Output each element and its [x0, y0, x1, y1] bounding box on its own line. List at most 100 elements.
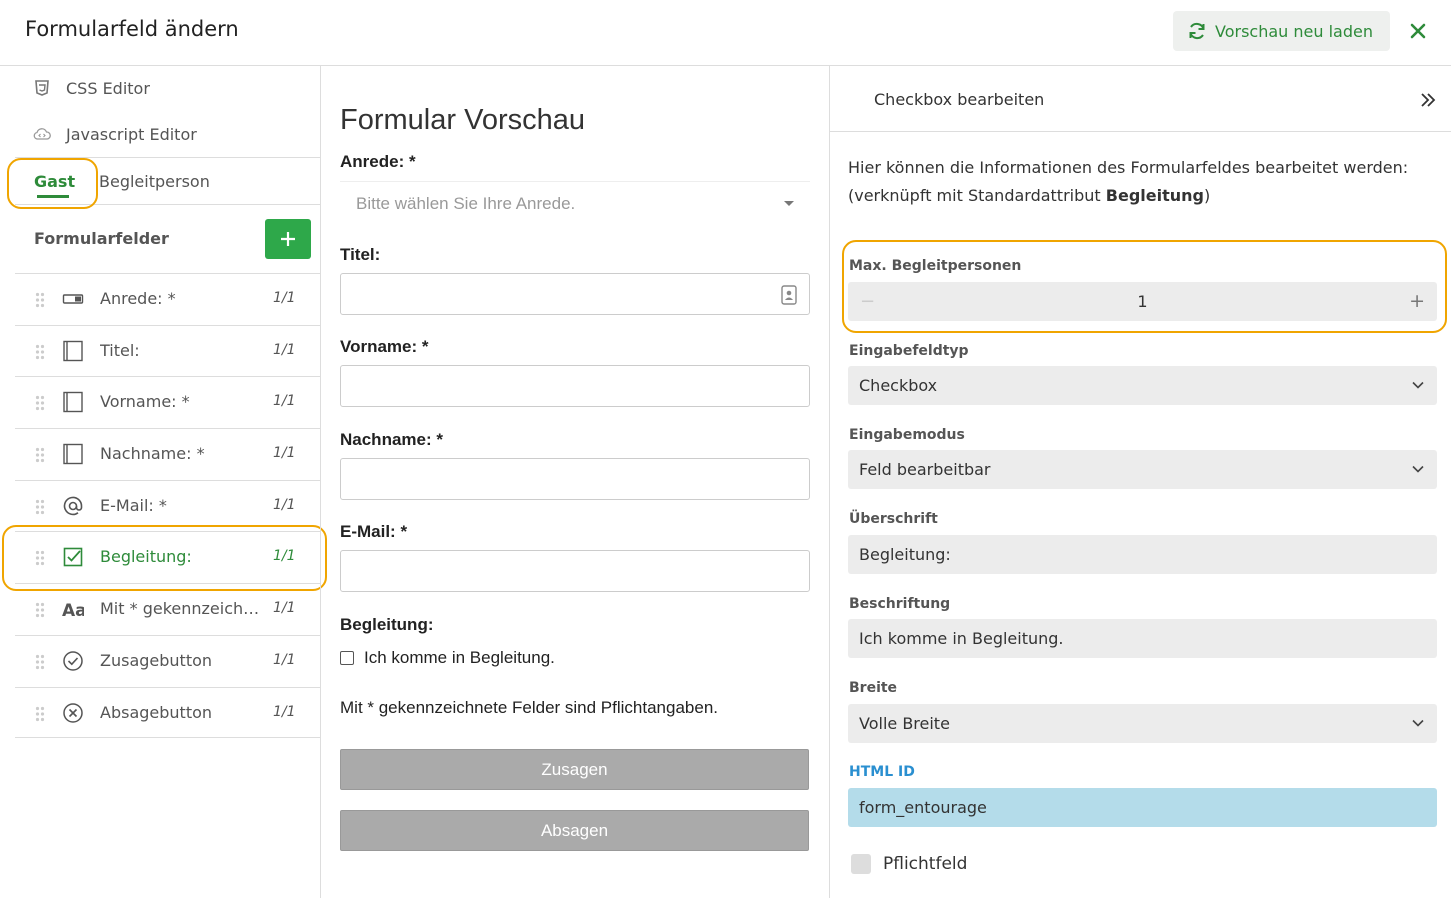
- drag-handle-icon[interactable]: [35, 447, 45, 463]
- css-editor-link[interactable]: CSS Editor: [32, 76, 150, 100]
- cloud-code-icon: [33, 128, 51, 140]
- drag-handle-icon[interactable]: [35, 292, 45, 308]
- add-field-button[interactable]: [265, 219, 311, 259]
- html-id-input[interactable]: form_entourage: [848, 788, 1437, 827]
- drag-handle-icon[interactable]: [35, 344, 45, 360]
- width-label: Breite: [849, 680, 898, 696]
- field-row-anrede[interactable]: Anrede: * 1/1: [15, 273, 320, 325]
- modal-title: Formularfeld ändern: [25, 17, 239, 41]
- begleitung-checkbox-label: Ich komme in Begleitung.: [364, 648, 555, 667]
- checkbox-box[interactable]: [340, 651, 354, 665]
- text-icon: Aa: [62, 601, 84, 620]
- nachname-label: Nachname: *: [340, 430, 443, 449]
- html-id-label: HTML ID: [849, 764, 915, 780]
- field-row-absage[interactable]: Absagebutton 1/1: [15, 686, 320, 739]
- required-checkbox-label: Pflichtfeld: [883, 854, 968, 874]
- field-highlight-marker: [2, 525, 327, 591]
- field-label: E-Mail: *: [100, 495, 167, 515]
- description-end: ): [1203, 186, 1211, 205]
- anrede-select[interactable]: Bitte wählen Sie Ihre Anrede.: [340, 181, 810, 223]
- mode-label: Eingabemodus: [849, 427, 965, 443]
- check-circle-icon: [63, 651, 83, 671]
- field-label: Mit * gekennzeichnete Felder sind Pflich…: [100, 599, 268, 619]
- mode-select[interactable]: Feld bearbeitbar: [848, 450, 1437, 489]
- drag-handle-icon[interactable]: [35, 654, 45, 670]
- begleitung-label: Begleitung:: [340, 615, 434, 634]
- field-label: Vorname: *: [100, 392, 190, 412]
- close-icon[interactable]: [1407, 20, 1429, 42]
- field-row-vorname[interactable]: Vorname: * 1/1: [15, 376, 320, 428]
- description-attribute: Begleitung: [1105, 186, 1204, 205]
- email-input[interactable]: [340, 550, 810, 592]
- mode-value: Feld bearbeitbar: [859, 460, 991, 479]
- field-width-ratio: 1/1: [273, 703, 296, 720]
- at-icon: [63, 496, 83, 515]
- type-value: Checkbox: [859, 376, 938, 395]
- svg-text:Aa: Aa: [62, 601, 84, 620]
- heading-value: Begleitung:: [859, 545, 951, 564]
- reload-preview-button[interactable]: Vorschau neu laden: [1173, 11, 1390, 51]
- field-label: Titel:: [100, 340, 140, 360]
- caption-label: Beschriftung: [849, 596, 951, 612]
- width-select[interactable]: Volle Breite: [848, 704, 1437, 743]
- titel-input[interactable]: [340, 273, 810, 315]
- field-label: Zusagebutton: [100, 650, 213, 670]
- chevron-down-icon: [1412, 465, 1424, 473]
- modal-header: Formularfeld ändern Vorschau neu laden: [0, 0, 1451, 66]
- chevron-down-icon: [1412, 381, 1424, 389]
- reload-preview-label: Vorschau neu laden: [1215, 21, 1373, 41]
- field-width-ratio: 1/1: [273, 393, 296, 410]
- tab-highlight-marker: [7, 158, 98, 209]
- css-editor-label: CSS Editor: [66, 78, 150, 98]
- drag-handle-icon[interactable]: [35, 499, 45, 515]
- drag-handle-icon[interactable]: [35, 602, 45, 618]
- required-note: Mit * gekennzeichnete Felder sind Pflich…: [340, 698, 719, 717]
- type-label: Eingabefeldtyp: [849, 343, 969, 359]
- nachname-input[interactable]: [340, 458, 810, 500]
- html-id-value: form_entourage: [859, 798, 987, 817]
- required-checkbox[interactable]: Pflichtfeld: [851, 854, 967, 874]
- js-editor-label: Javascript Editor: [66, 124, 197, 144]
- panel-title: Checkbox bearbeiten: [874, 90, 1045, 109]
- field-width-ratio: 1/1: [273, 341, 296, 358]
- caret-down-icon: [784, 201, 794, 206]
- double-chevron-right-icon[interactable]: [1418, 90, 1438, 110]
- field-label: Anrede: *: [100, 289, 176, 308]
- sidebar: CSS Editor Javascript Editor Gast Beglei…: [2, 66, 327, 898]
- select-icon: [62, 294, 84, 304]
- field-label: Absagebutton: [100, 702, 213, 722]
- field-width-ratio: 1/1: [273, 651, 296, 668]
- vorname-input[interactable]: [340, 365, 810, 407]
- field-row-zusage[interactable]: Zusagebutton 1/1: [15, 634, 320, 687]
- vorname-label: Vorname: *: [340, 337, 429, 356]
- fields-section-title: Formularfelder: [34, 229, 169, 248]
- caption-input[interactable]: Ich komme in Begleitung.: [848, 619, 1437, 658]
- textfield-icon: [63, 443, 83, 465]
- panel-description: Hier können die Informationen des Formul…: [848, 154, 1438, 210]
- drag-handle-icon[interactable]: [35, 395, 45, 411]
- drag-handle-icon[interactable]: [35, 706, 45, 722]
- begleitung-checkbox[interactable]: Ich komme in Begleitung.: [340, 648, 555, 668]
- heading-input[interactable]: Begleitung:: [848, 535, 1437, 574]
- field-row-nachname[interactable]: Nachname: * 1/1: [15, 428, 320, 480]
- divider: [320, 66, 321, 898]
- refresh-icon: [1189, 23, 1205, 39]
- field-width-ratio: 1/1: [273, 445, 296, 462]
- email-label: E-Mail: *: [340, 522, 408, 541]
- required-checkbox-box[interactable]: [851, 854, 871, 874]
- field-width-ratio: 1/1: [273, 496, 296, 513]
- anrede-placeholder: Bitte wählen Sie Ihre Anrede.: [356, 194, 576, 213]
- x-circle-icon: [63, 702, 83, 723]
- js-editor-link[interactable]: Javascript Editor: [32, 122, 197, 146]
- field-row-titel[interactable]: Titel: 1/1: [15, 324, 320, 377]
- textfield-icon: [63, 340, 83, 361]
- tab-begleitperson[interactable]: Begleitperson: [99, 172, 210, 191]
- type-select[interactable]: Checkbox: [848, 366, 1437, 405]
- contact-card-icon: [781, 285, 797, 305]
- accept-button[interactable]: Zusagen: [340, 749, 809, 790]
- field-row-email[interactable]: E-Mail: * 1/1: [15, 479, 320, 532]
- plus-icon: [281, 232, 295, 246]
- width-value: Volle Breite: [859, 714, 950, 733]
- decline-button[interactable]: Absagen: [340, 810, 809, 851]
- chevron-down-icon: [1412, 719, 1424, 727]
